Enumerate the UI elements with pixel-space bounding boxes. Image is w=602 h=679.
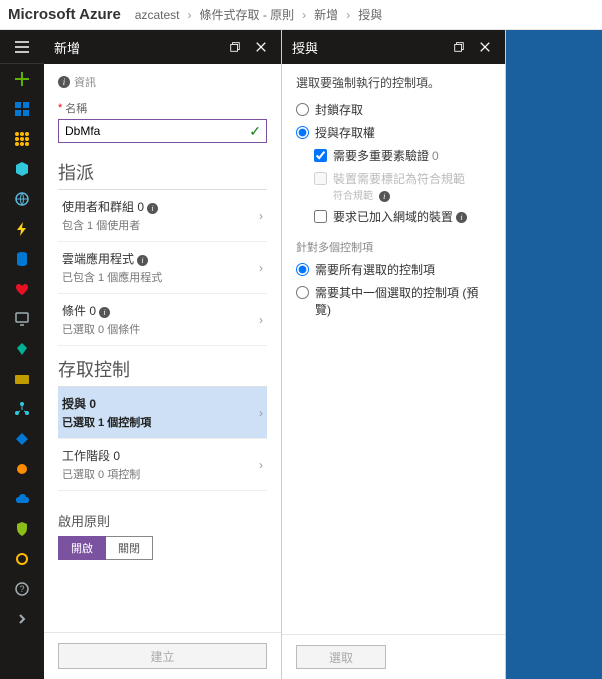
sep-icon: › [346, 8, 350, 22]
chevron-right-icon: › [259, 261, 263, 275]
breadcrumb-bar: Microsoft Azure azcatest › 條件式存取 - 原則 › … [0, 0, 602, 30]
radio-grant-access[interactable]: 授與存取權 [296, 124, 491, 141]
rail-monitor-icon[interactable] [0, 304, 44, 334]
info-icon: i [137, 255, 148, 266]
nav-rail: ? [0, 30, 44, 679]
info-icon: i [99, 307, 110, 318]
check-compliant-device[interactable]: 裝置需要標記為符合規範 符合規範 i [314, 170, 491, 202]
rail-chevron-icon[interactable] [0, 604, 44, 634]
rail-cube-icon[interactable] [0, 154, 44, 184]
checkmark-icon: ✓ [249, 123, 261, 140]
blade-new-header: 新增 [44, 30, 281, 64]
row-session[interactable]: 工作階段 0 已選取 0 項控制 › [58, 439, 267, 491]
rail-tag-icon[interactable] [0, 424, 44, 454]
check-mfa-input[interactable] [314, 149, 327, 162]
radio-require-one[interactable]: 需要其中一個選取的控制項 (預覽) [296, 284, 491, 318]
row-grant[interactable]: 授與 0 已選取 1 個控制項 › [58, 387, 267, 439]
rail-bolt-icon[interactable] [0, 214, 44, 244]
radio-block-input[interactable] [296, 103, 309, 116]
radio-grant-input[interactable] [296, 126, 309, 139]
rail-globe-icon[interactable] [0, 184, 44, 214]
radio-block-access[interactable]: 封鎖存取 [296, 101, 491, 118]
radio-require-all[interactable]: 需要所有選取的控制項 [296, 261, 491, 278]
check-mfa[interactable]: 需要多重要素驗證0 [314, 147, 491, 164]
check-compliant-input[interactable] [314, 172, 327, 185]
section-access-controls: 存取控制 [58, 356, 267, 387]
toggle-on-button[interactable]: 開啟 [58, 536, 106, 560]
row-conditions[interactable]: 條件 0i 已選取 0 個條件 › [58, 294, 267, 346]
rail-card-icon[interactable] [0, 364, 44, 394]
brand-label: Microsoft Azure [8, 6, 121, 23]
sep-icon: › [188, 8, 192, 22]
rail-network-icon[interactable] [0, 394, 44, 424]
restore-icon[interactable] [449, 37, 469, 57]
check-domain-joined[interactable]: 要求已加入網域的裝置i [314, 208, 491, 225]
check-domain-input[interactable] [314, 210, 327, 223]
chevron-right-icon: › [259, 209, 263, 223]
info-icon: i [58, 76, 70, 88]
chevron-right-icon: › [259, 458, 263, 472]
rail-shield-icon[interactable] [0, 514, 44, 544]
toggle-off-button[interactable]: 關閉 [106, 536, 153, 560]
rail-help-icon[interactable]: ? [0, 574, 44, 604]
blade-grant-title: 授與 [292, 38, 443, 57]
tenant-label[interactable]: azcatest [135, 8, 180, 22]
rail-heart-icon[interactable] [0, 274, 44, 304]
add-icon[interactable] [0, 64, 44, 94]
chevron-right-icon: › [259, 313, 263, 327]
hamburger-icon[interactable] [0, 30, 44, 64]
crumb-grant[interactable]: 授與 [358, 6, 382, 23]
info-button[interactable]: i 資訊 [58, 74, 96, 90]
info-label: 資訊 [74, 74, 96, 90]
radio-all-input[interactable] [296, 263, 309, 276]
blade-new-title: 新增 [54, 38, 219, 57]
chevron-right-icon: › [259, 406, 263, 420]
blade-grant: 授與 選取要強制執行的控制項。 封鎖存取 授與存取權 需要多重要素驗證0 [282, 30, 506, 679]
crumb-new[interactable]: 新增 [314, 6, 338, 23]
enable-policy-toggle[interactable]: 開啟 關閉 [58, 536, 267, 560]
info-icon: i [379, 191, 390, 202]
restore-icon[interactable] [225, 37, 245, 57]
info-icon: i [147, 203, 158, 214]
rail-cloud-icon[interactable] [0, 484, 44, 514]
crumb-policies[interactable]: 條件式存取 - 原則 [200, 6, 295, 23]
rail-grid-amber-icon[interactable] [0, 124, 44, 154]
rail-dot-orange-icon[interactable] [0, 454, 44, 484]
multi-controls-label: 針對多個控制項 [296, 239, 491, 255]
radio-one-input[interactable] [296, 286, 309, 299]
required-icon: * [58, 102, 62, 114]
select-button[interactable]: 選取 [296, 645, 386, 669]
close-icon[interactable] [251, 37, 271, 57]
rail-diamond-icon[interactable] [0, 334, 44, 364]
create-button[interactable]: 建立 [58, 643, 267, 669]
rail-db-icon[interactable] [0, 244, 44, 274]
grant-description: 選取要強制執行的控制項。 [296, 74, 491, 91]
enable-policy-label: 啟用原則 [58, 511, 267, 530]
sep-icon: › [302, 8, 306, 22]
blade-grant-header: 授與 [282, 30, 505, 64]
rail-circle-icon[interactable] [0, 544, 44, 574]
rail-grid-blue-icon[interactable] [0, 94, 44, 124]
name-field-label: * 名稱 [58, 100, 267, 116]
close-icon[interactable] [475, 37, 495, 57]
svg-text:?: ? [19, 584, 24, 594]
name-input[interactable] [58, 119, 267, 143]
row-users-groups[interactable]: 使用者和群組 0i 包含 1 個使用者 › [58, 190, 267, 242]
blade-new: 新增 i 資訊 * 名稱 ✓ 指派 [44, 30, 282, 679]
section-assignments: 指派 [58, 159, 267, 190]
info-icon: i [456, 212, 467, 223]
row-cloud-apps[interactable]: 雲端應用程式i 已包含 1 個應用程式 › [58, 242, 267, 294]
